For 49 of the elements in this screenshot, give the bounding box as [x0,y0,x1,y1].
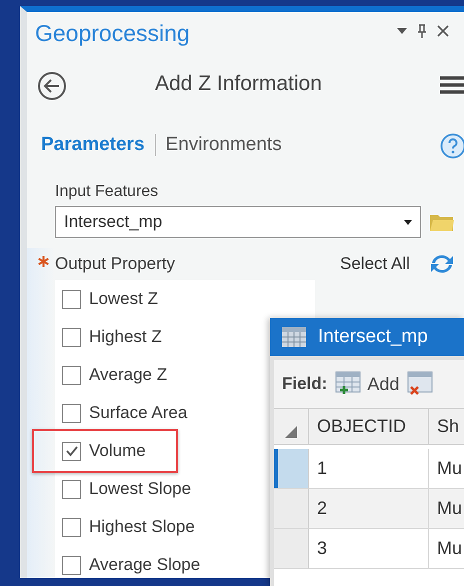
dropdown-icon[interactable] [397,28,407,34]
select-all-link[interactable]: Select All [340,254,410,274]
table-cell: 2 [309,489,429,529]
checkbox[interactable] [62,556,81,574]
add-button[interactable]: Add [335,371,400,397]
help-icon[interactable] [440,133,464,159]
checkbox[interactable] [62,366,81,384]
checkbox-label: Volume [89,441,146,461]
checkbox[interactable] [62,404,81,422]
table-cell: Mu [429,529,464,569]
pane-title: Geoprocessing [35,20,190,46]
checkbox-label: Average Slope [89,555,200,575]
caret-icon [404,220,412,224]
tool-title: Add Z Information [155,72,322,96]
table-cell: 3 [309,529,429,569]
table-cell: 1 [309,449,429,489]
toolbar-label: Field: [282,374,328,394]
checkbox-label: Surface Area [89,403,188,423]
check-icon [64,445,78,457]
back-icon[interactable] [37,71,67,101]
checkbox-label: Highest Slope [89,517,195,537]
checkbox[interactable] [62,480,81,498]
checkbox-label: Highest Z [89,327,162,347]
close-icon[interactable] [437,25,449,37]
checkbox-label: Lowest Slope [89,479,192,499]
sort-corner-icon [285,426,297,438]
table-cell: Mu [429,449,464,489]
checkbox[interactable] [62,328,81,346]
checkbox[interactable] [62,290,81,308]
field-label: Output Property [55,254,176,274]
checkbox-label: Lowest Z [89,289,158,309]
checkbox[interactable] [62,518,81,536]
tab[interactable]: Environments [166,134,282,156]
column-header[interactable]: Sh [429,409,464,445]
menu-icon[interactable] [440,76,464,94]
checkbox[interactable] [62,442,81,460]
field-label: Input Features [55,182,158,202]
delete-field-icon[interactable] [407,371,434,397]
table-icon [282,327,306,347]
pin-icon[interactable] [417,24,427,38]
column-header[interactable]: OBJECTID [309,409,429,445]
dropdown-field[interactable]: Intersect_mp [55,206,421,238]
table-cell: Mu [429,489,464,529]
checkbox-label: Average Z [89,365,168,385]
tab[interactable]: Parameters [41,134,145,156]
folder-icon[interactable] [429,212,455,232]
row-selector[interactable] [274,449,309,489]
window-title: Intersect_mp [318,326,428,348]
add-field-icon [335,371,362,397]
